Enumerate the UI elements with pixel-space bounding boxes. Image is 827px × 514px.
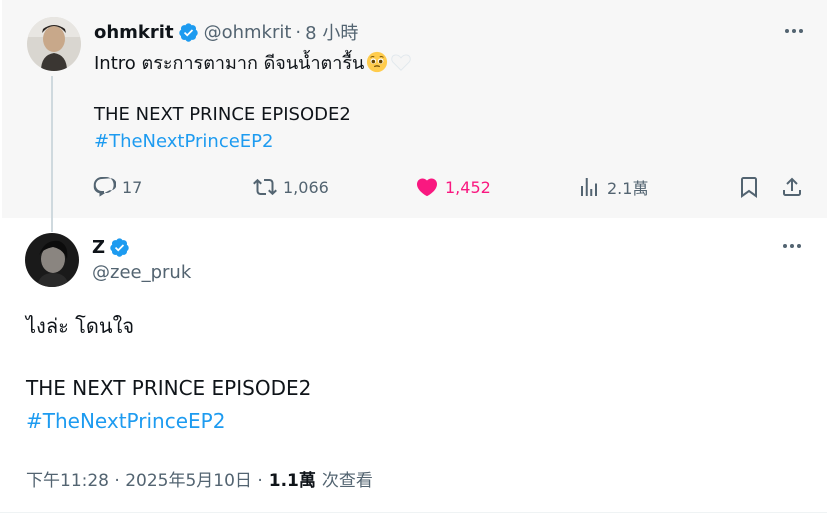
repost-button[interactable]: 1,066 (253, 175, 329, 199)
tweet-meta: 下午11:28 · 2025年5月10日 · 1.1萬 次查看 (26, 466, 373, 491)
like-button[interactable]: 1,452 (415, 175, 491, 199)
main-tweet-author: Z (92, 233, 135, 261)
tweet-timestamp[interactable]: 下午11:28 · 2025年5月10日 · (26, 466, 263, 491)
avatar[interactable] (25, 233, 79, 287)
more-options-icon[interactable] (780, 21, 808, 41)
repost-count: 1,066 (283, 177, 329, 197)
heart-filled-icon (416, 178, 438, 197)
views-count: 1.1萬 (268, 471, 316, 491)
bookmark-button[interactable] (737, 175, 767, 199)
verified-badge-icon (178, 22, 198, 42)
views-label: 次查看 (321, 471, 373, 491)
verified-badge-icon (110, 237, 129, 257)
analytics-icon (581, 178, 597, 196)
more-options-icon[interactable] (778, 236, 806, 256)
divider (0, 512, 827, 513)
author-handle[interactable]: @zee_pruk (92, 262, 191, 283)
pleading-face-emoji-icon (367, 51, 388, 73)
share-icon (783, 177, 801, 196)
author-name[interactable]: Z (92, 237, 105, 258)
hashtag-link[interactable]: #TheNextPrinceEP2 (26, 409, 225, 433)
white-heart-emoji-icon (391, 54, 411, 71)
view-count: 2.1萬 (607, 179, 649, 198)
reply-count: 17 (122, 177, 143, 197)
author-handle[interactable]: @ohmkrit (204, 22, 292, 43)
tweet-actions: 17 1,066 1,452 2.1萬 (2, 173, 827, 203)
repost-icon (253, 178, 277, 196)
tweet-text-line2: THE NEXT PRINCE EPISODE2 (94, 104, 351, 125)
share-button[interactable] (780, 175, 810, 199)
parent-tweet-header: ohmkrit @ohmkrit · 8 小時 (94, 18, 358, 46)
tweet-text: Intro ตระการตามาก ดีจนน้ำตารื้น (94, 52, 365, 74)
tweet-text-line2: THE NEXT PRINCE EPISODE2 (26, 376, 312, 400)
hashtag-link[interactable]: #TheNextPrinceEP2 (94, 131, 274, 152)
author-name[interactable]: ohmkrit (94, 22, 174, 43)
thread-connector-line (51, 76, 53, 232)
avatar[interactable] (27, 17, 81, 71)
tweet-time[interactable]: 8 小時 (305, 19, 358, 45)
tweet-text-line1: Intro ตระการตามาก ดีจนน้ำตารื้น (94, 48, 412, 76)
views-button[interactable]: 2.1萬 (577, 175, 648, 199)
reply-icon (93, 177, 116, 197)
separator: · (295, 21, 302, 43)
tweet-text-line1: ไงล่ะ โดนใจ (26, 314, 135, 338)
parent-tweet[interactable]: ohmkrit @ohmkrit · 8 小時 Intro ตระการตามา… (2, 0, 827, 218)
like-count: 1,452 (445, 177, 491, 197)
bookmark-icon (741, 177, 757, 198)
reply-button[interactable]: 17 (92, 175, 142, 199)
